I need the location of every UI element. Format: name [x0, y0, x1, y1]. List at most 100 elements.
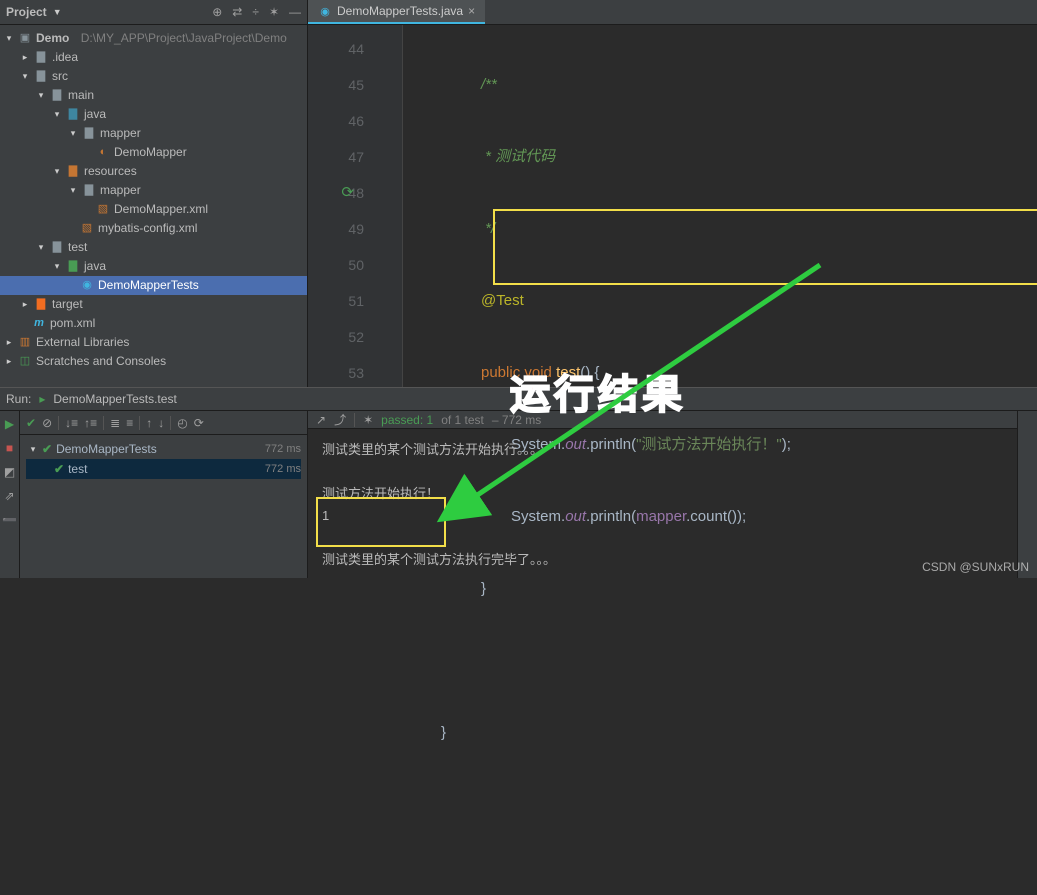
tree-demo-mapper-tests[interactable]: ◉ DemoMapperTests	[0, 276, 307, 295]
tab-demo-mapper-tests[interactable]: ◉ DemoMapperTests.java ×	[308, 0, 485, 24]
tree-label: DemoMapperTests	[98, 276, 199, 295]
tree-label: mapper	[100, 124, 141, 143]
history-icon[interactable]: ⟳	[194, 416, 204, 430]
test-leaf[interactable]: ✔test772 ms	[26, 459, 301, 479]
code-area[interactable]: /** * 测试代码 */ @Test public void test() {…	[403, 25, 1037, 387]
console-output[interactable]: 测试类里的某个测试方法开始执行。。。 测试方法开始执行！ 1 测试类里的某个测试…	[308, 429, 1017, 581]
code-token: /**	[481, 76, 497, 93]
tree-demo-mapper[interactable]: ◐DemoMapper	[0, 143, 307, 162]
project-tree-panel: ▾▣Demo D:\MY_APP\Project\JavaProject\Dem…	[0, 25, 308, 387]
folder-icon: ▇	[50, 241, 64, 255]
tree-label: target	[52, 295, 83, 314]
stop-icon[interactable]: ■	[6, 441, 13, 455]
code-token: public	[481, 364, 520, 381]
tree-mapper-pkg[interactable]: ▾▇mapper	[0, 124, 307, 143]
tree-java[interactable]: ▾▇java	[0, 105, 307, 124]
library-icon: ▥	[18, 336, 32, 350]
line-number: 49	[308, 211, 364, 247]
interface-icon: ◐	[96, 146, 110, 160]
tree-src[interactable]: ▾▇src	[0, 67, 307, 86]
target-folder-icon: ▇	[34, 298, 48, 312]
resources-folder-icon: ▇	[66, 165, 80, 179]
tree-target[interactable]: ▸▇target	[0, 295, 307, 314]
tree-path: D:\MY_APP\Project\JavaProject\Demo	[81, 29, 287, 48]
next-icon[interactable]: ↓	[158, 416, 164, 430]
collapse-all-icon[interactable]: ≡	[126, 416, 133, 430]
tree-label: resources	[84, 162, 137, 181]
code-token: }	[481, 580, 486, 597]
tree-label: java	[84, 105, 106, 124]
tree-label: pom.xml	[50, 314, 95, 333]
run-tool-body: ▶ ■ ◩ ⇗ ➖ ✔ ⊘ ↓≡ ↑≡ ≣ ≡ ↑ ↓ ◴ ⟳ ▾✔DemoMa…	[0, 411, 1037, 578]
tree-external-libs[interactable]: ▸▥External Libraries	[0, 333, 307, 352]
tree-pom[interactable]: mpom.xml	[0, 314, 307, 333]
run-gutter-icon[interactable]: ⟳	[341, 175, 354, 211]
project-label[interactable]: Project	[6, 5, 47, 19]
tree-mapper-res[interactable]: ▾▇mapper	[0, 181, 307, 200]
source-folder-icon: ▇	[66, 108, 80, 122]
tab-filename: DemoMapperTests.java	[337, 4, 463, 18]
editor-gutter: 44 45 46 47 48⟳ 49 50 51 52 53	[308, 25, 403, 387]
rerun-icon[interactable]: ▶	[5, 417, 14, 431]
close-icon[interactable]: ×	[468, 4, 475, 18]
code-editor[interactable]: 44 45 46 47 48⟳ 49 50 51 52 53 /** * 测试代…	[308, 25, 1037, 387]
collapse-icon[interactable]: ÷	[252, 5, 259, 19]
annotation-token: @Test	[481, 292, 524, 309]
pin-icon[interactable]: ⇗	[4, 489, 14, 503]
scratch-icon: ◫	[18, 355, 32, 369]
tree-demo-mapper-xml[interactable]: ▧DemoMapper.xml	[0, 200, 307, 219]
expand-all-icon[interactable]: ≣	[110, 416, 120, 430]
settings-icon[interactable]: ✶	[363, 413, 373, 427]
tree-label: mapper	[100, 181, 141, 200]
test-time: 772 ms	[265, 443, 301, 455]
tree-mybatis-config[interactable]: ▧mybatis-config.xml	[0, 219, 307, 238]
console-line: 测试类里的某个测试方法开始执行。。。	[322, 439, 1003, 461]
line-number: 51	[308, 283, 364, 319]
tree-test[interactable]: ▾▇test	[0, 238, 307, 257]
minus-icon[interactable]: ➖	[2, 513, 17, 527]
filter-disabled-icon[interactable]: ⊘	[42, 416, 52, 430]
pass-icon: ✔	[54, 462, 64, 476]
project-dropdown-icon[interactable]: ▼	[53, 7, 62, 17]
project-tool-header: Project ▼ ⊕ ⇄ ÷ ✶ —	[0, 0, 308, 24]
sort-up-icon[interactable]: ↑≡	[84, 416, 97, 430]
tree-scratches[interactable]: ▸◫Scratches and Consoles	[0, 352, 307, 371]
java-class-icon: ◉	[80, 279, 94, 293]
prev-icon[interactable]: ↑	[146, 416, 152, 430]
test-time: 772 ms	[265, 463, 301, 475]
expand-icon[interactable]: ⇄	[232, 5, 242, 19]
java-class-icon: ◉	[318, 4, 332, 18]
clock-icon[interactable]: ◴	[177, 416, 187, 430]
tree-label: Scratches and Consoles	[36, 352, 166, 371]
tree-idea[interactable]: ▸▇.idea	[0, 48, 307, 67]
highlight-box-code	[493, 209, 1037, 285]
tree-root-demo[interactable]: ▾▣Demo D:\MY_APP\Project\JavaProject\Dem…	[0, 29, 307, 48]
run-test-tree: ▾✔DemoMapperTests772 ms ✔test772 ms	[20, 435, 307, 578]
tree-label: External Libraries	[36, 333, 129, 352]
pass-icon: ✔	[42, 442, 52, 456]
export-icon[interactable]: ↗	[316, 413, 326, 427]
line-number: 45	[308, 67, 364, 103]
line-number: 46	[308, 103, 364, 139]
folder-icon: ▇	[34, 70, 48, 84]
tree-resources[interactable]: ▾▇resources	[0, 162, 307, 181]
tree-main[interactable]: ▾▇main	[0, 86, 307, 105]
tree-test-java[interactable]: ▾▇java	[0, 257, 307, 276]
main-area: ▾▣Demo D:\MY_APP\Project\JavaProject\Dem…	[0, 25, 1037, 387]
locate-icon[interactable]: ⊕	[212, 5, 222, 19]
sort-down-icon[interactable]: ↓≡	[65, 416, 78, 430]
layout-icon[interactable]: ◩	[4, 465, 15, 479]
line-number: 50	[308, 247, 364, 283]
run-left-actions: ▶ ■ ◩ ⇗ ➖	[0, 411, 20, 578]
test-label: DemoMapperTests	[56, 442, 157, 456]
check-icon[interactable]: ✔	[26, 416, 36, 430]
console-line: 测试类里的某个测试方法执行完毕了。。。	[322, 549, 1003, 571]
test-root[interactable]: ▾✔DemoMapperTests772 ms	[26, 439, 301, 459]
code-token: }	[441, 724, 446, 741]
run-label: Run:	[6, 392, 31, 406]
run-config-name[interactable]: DemoMapperTests.test	[53, 392, 176, 406]
hide-icon[interactable]: —	[289, 5, 301, 19]
export-all-icon[interactable]: ⤴	[334, 411, 346, 428]
gear-icon[interactable]: ✶	[269, 5, 279, 19]
code-token: () {	[580, 364, 599, 381]
